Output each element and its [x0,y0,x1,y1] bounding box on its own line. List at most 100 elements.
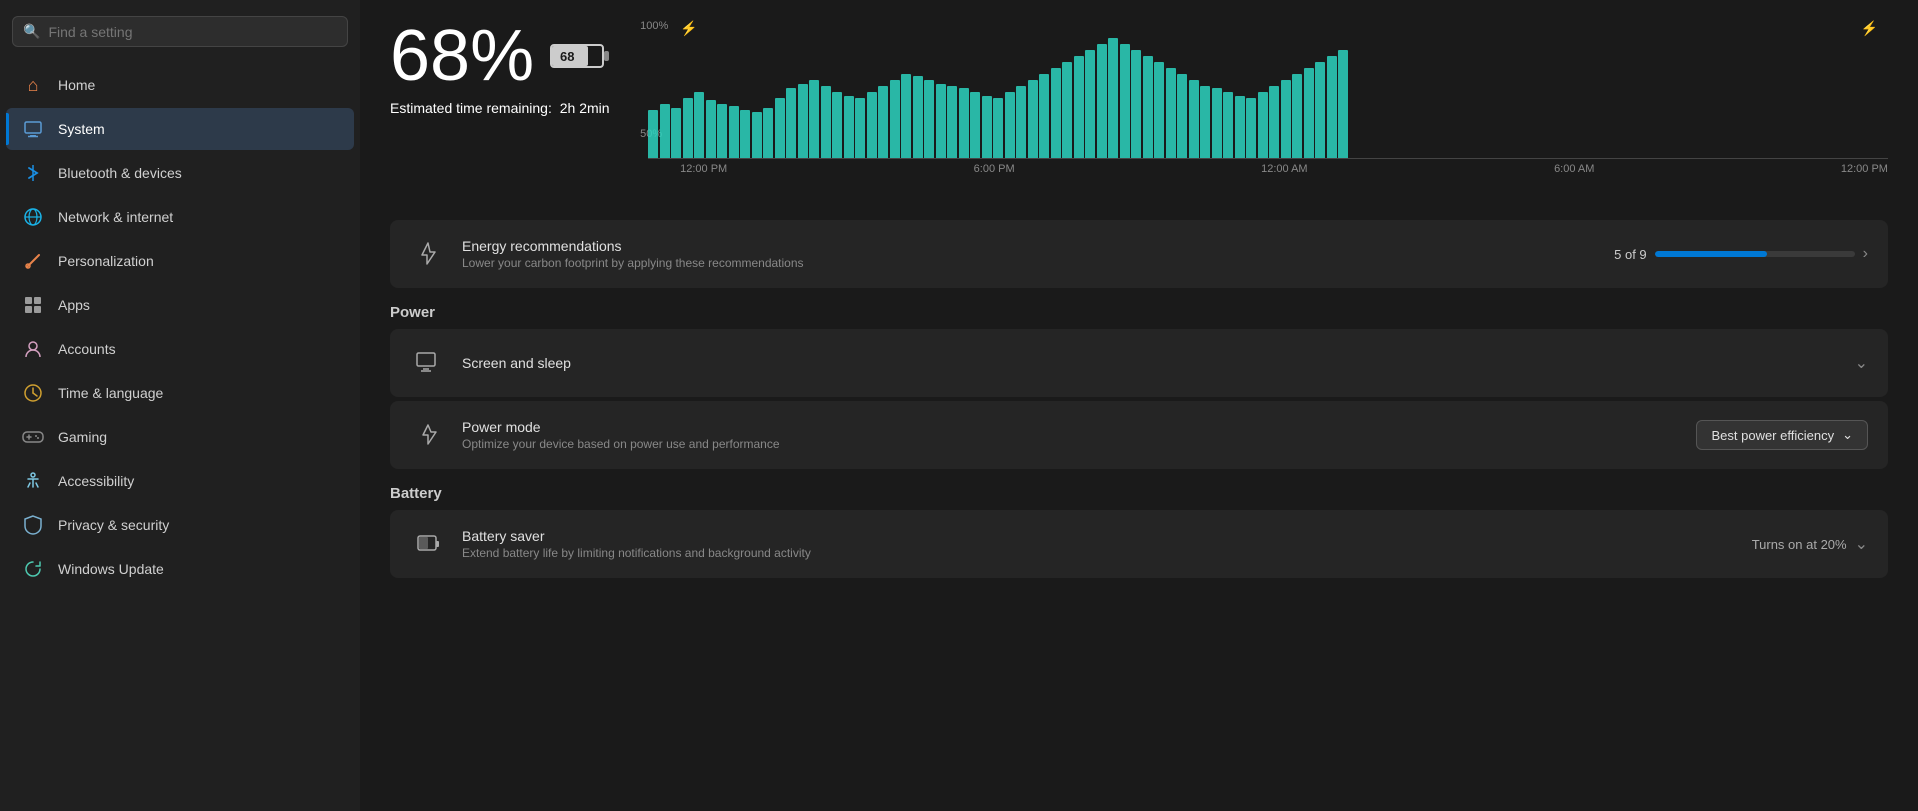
personalization-icon [22,250,44,272]
chart-bar [913,76,923,158]
bluetooth-icon [22,162,44,184]
chart-bar [1143,56,1153,158]
chart-bars [648,39,1888,159]
chart-bar [1269,86,1279,158]
power-mode-dropdown[interactable]: Best power efficiency ⌄ [1696,420,1868,450]
chart-bar [1131,50,1141,158]
energy-card-title: Energy recommendations [462,238,1598,254]
chart-bar [959,88,969,158]
energy-progress-bar [1655,251,1855,257]
energy-recommendations-card[interactable]: Energy recommendations Lower your carbon… [390,220,1888,288]
chart-bar [1258,92,1268,158]
battery-saver-card[interactable]: Battery saver Extend battery life by lim… [390,510,1888,578]
svg-text:68: 68 [560,49,574,64]
energy-card-right: 5 of 9 › [1614,245,1868,263]
chart-bar [1120,44,1130,158]
chart-bar [809,80,819,158]
chart-bar [648,110,658,158]
sidebar-item-time[interactable]: Time & language [6,372,354,414]
sidebar-item-network[interactable]: Network & internet [6,196,354,238]
battery-icon: 68 [550,41,610,71]
battery-saver-icon [410,526,446,562]
power-mode-card[interactable]: Power mode Optimize your device based on… [390,401,1888,469]
sidebar-item-apps[interactable]: Apps [6,284,354,326]
chart-bar [1166,68,1176,158]
sidebar-item-system[interactable]: System [6,108,354,150]
power-mode-icon [410,417,446,453]
chart-bar [706,100,716,158]
chart-bar [844,96,854,158]
gaming-icon [22,426,44,448]
sidebar-item-label: Apps [58,297,90,313]
sidebar-item-label: Accounts [58,341,116,357]
screen-sleep-card[interactable]: Screen and sleep ⌄ [390,329,1888,397]
chart-bar [1223,92,1233,158]
sidebar-item-label: System [58,121,105,137]
chart-bar [1177,74,1187,158]
accounts-icon [22,338,44,360]
chart-bar [729,106,739,158]
sidebar-item-label: Privacy & security [58,517,169,533]
chart-bar [1292,74,1302,158]
chart-bar [1074,56,1084,158]
chart-bar [1051,68,1061,158]
chart-bar [890,80,900,158]
sidebar-item-gaming[interactable]: Gaming [6,416,354,458]
update-icon [22,558,44,580]
chevron-right-icon: › [1863,245,1868,263]
chart-bar [1062,62,1072,158]
battery-percent-row: 68% 68 [390,20,610,92]
chart-bar [1189,80,1199,158]
screen-sleep-text: Screen and sleep [462,355,1839,371]
home-icon: ⌂ [22,74,44,96]
chart-bar [1039,74,1049,158]
sidebar-item-privacy[interactable]: Privacy & security [6,504,354,546]
energy-icon [410,236,446,272]
main-content: 68% 68 Estimated time remaining: 2h 2min [360,0,1918,811]
sidebar-item-accessibility[interactable]: Accessibility [6,460,354,502]
chart-bar [1246,98,1256,158]
chart-bar [1005,92,1015,158]
chart-bar [947,86,957,158]
chart-bar [775,98,785,158]
chart-bar [1212,88,1222,158]
chart-bar [1097,44,1107,158]
chart-bar [878,86,888,158]
sidebar-item-update[interactable]: Windows Update [6,548,354,590]
sidebar-item-label: Windows Update [58,561,164,577]
chart-bar [671,108,681,158]
battery-saver-subtitle: Extend battery life by limiting notifica… [462,546,1736,560]
power-mode-chevron: ⌄ [1842,427,1853,443]
sidebar: 🔍 ⌂ Home System Bluetooth & devices [0,0,360,811]
power-mode-value: Best power efficiency [1711,428,1834,443]
chart-bar [1154,62,1164,158]
apps-icon [22,294,44,316]
power-mode-title: Power mode [462,419,1680,435]
chart-bar [1315,62,1325,158]
privacy-icon [22,514,44,536]
search-box[interactable]: 🔍 [12,16,348,47]
sidebar-item-label: Network & internet [58,209,173,225]
sidebar-item-home[interactable]: ⌂ Home [6,64,354,106]
sidebar-item-bluetooth[interactable]: Bluetooth & devices [6,152,354,194]
chart-bar [821,86,831,158]
energy-card-subtitle: Lower your carbon footprint by applying … [462,256,1598,270]
chart-bar [1281,80,1291,158]
screen-sleep-title: Screen and sleep [462,355,1839,371]
chart-bar [1085,50,1095,158]
chart-bar [1304,68,1314,158]
charging-bolt-left: ⚡ [680,20,697,37]
battery-percentage: 68% [390,20,534,92]
search-input[interactable] [48,24,337,40]
sidebar-item-accounts[interactable]: Accounts [6,328,354,370]
chart-bar [924,80,934,158]
sidebar-item-personalization[interactable]: Personalization [6,240,354,282]
battery-saver-value: Turns on at 20% [1752,537,1847,552]
chart-bar [867,92,877,158]
search-icon: 🔍 [23,23,40,40]
battery-saver-right: Turns on at 20% ⌄ [1752,534,1868,554]
chart-bar [694,92,704,158]
chart-bar [786,88,796,158]
chart-bar [1108,38,1118,158]
time-icon [22,382,44,404]
